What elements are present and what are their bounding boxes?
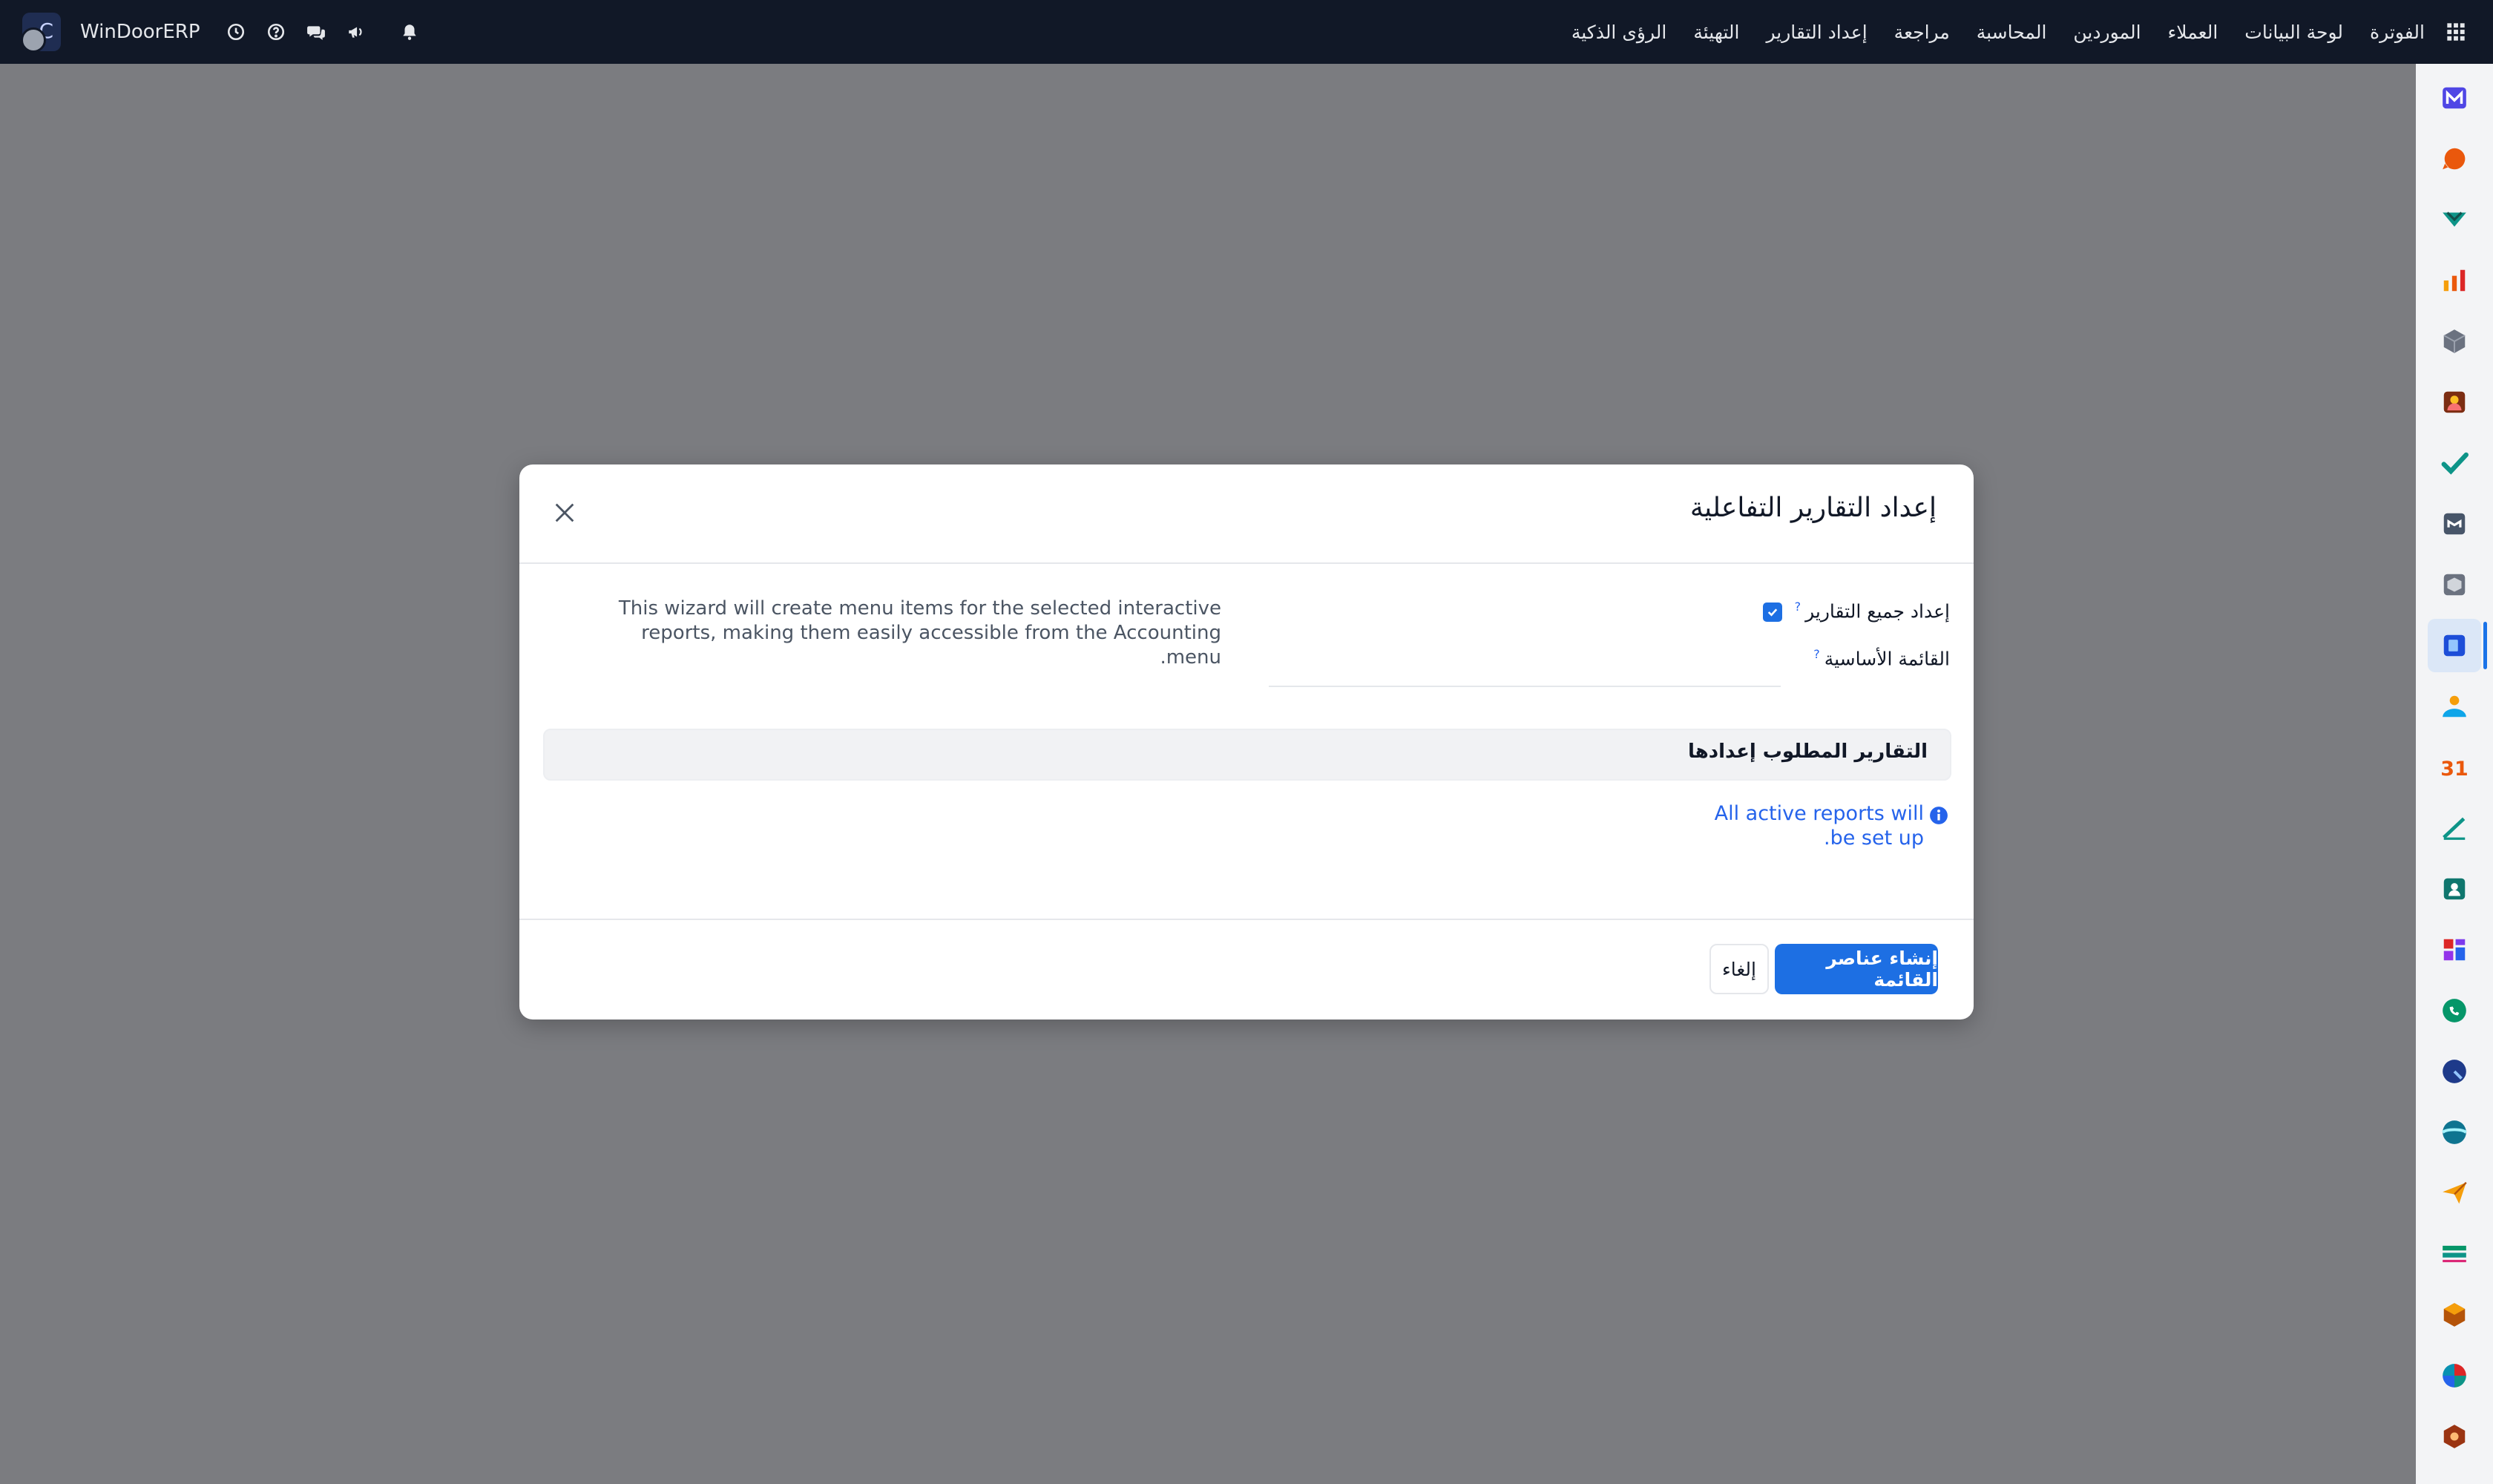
contacts-app-icon[interactable] <box>2435 383 2474 421</box>
top-navbar: C WinDoorERP الفوترة لوحة البيانات العمل… <box>0 0 2493 64</box>
wizard-description: This wizard will create menu items for t… <box>618 597 1221 669</box>
menu-item-dashboard[interactable]: لوحة البيانات <box>2244 22 2343 43</box>
dialog-header: إعداد التقارير التفاعلية <box>519 464 1974 564</box>
reports-section-header: التقارير المطلوب إعدادها <box>543 729 1951 781</box>
email-marketing-app-icon[interactable] <box>2435 1174 2474 1212</box>
user-status-dot <box>21 27 46 53</box>
app-switcher-strip: 31 <box>2416 64 2493 1484</box>
reporting-app-icon[interactable] <box>2435 261 2474 300</box>
cancel-button[interactable]: إلغاء <box>1709 944 1769 994</box>
navbar-systray: C WinDoorERP <box>21 0 435 64</box>
setup-reports-dialog: إعداد التقارير التفاعلية إعداد جميع التق… <box>519 464 1974 1020</box>
employee-card-app-icon[interactable] <box>2435 870 2474 908</box>
announcement-icon[interactable] <box>341 17 371 47</box>
dialog-footer-divider <box>519 919 1974 920</box>
setup-all-help-mark[interactable]: ? <box>1795 600 1801 614</box>
calendar-app-icon[interactable]: 31 <box>2435 748 2474 787</box>
create-menu-items-button[interactable]: إنشاء عناصر القائمة <box>1775 944 1938 994</box>
setup-all-checkbox[interactable] <box>1763 603 1782 622</box>
menu-item-smart-insights[interactable]: الرؤى الذكية <box>1571 22 1666 43</box>
clock-icon[interactable] <box>221 17 251 47</box>
mail-app-icon[interactable] <box>2435 79 2474 117</box>
info-message: All active reports will be set up. <box>1714 802 1924 850</box>
main-menu-help-mark[interactable]: ? <box>1813 647 1820 661</box>
menu-item-reporting-setup[interactable]: إعداد التقارير <box>1766 22 1867 43</box>
whatsapp-app-icon[interactable] <box>2435 991 2474 1030</box>
bell-icon[interactable] <box>395 17 424 47</box>
todo-app-icon[interactable] <box>2435 444 2474 482</box>
company-name[interactable]: WinDoorERP <box>80 21 200 43</box>
info-icon <box>1930 807 1948 824</box>
menu-item-invoicing[interactable]: الفوترة <box>2370 22 2425 43</box>
close-icon[interactable] <box>546 494 583 531</box>
main-menu-label: القائمة الأساسية? <box>1813 647 1950 670</box>
sign-app-icon[interactable] <box>2435 200 2474 239</box>
main-menu: الفوترة لوحة البيانات العملاء الموردين ا… <box>1545 0 2471 64</box>
product-app-icon[interactable] <box>2435 565 2474 604</box>
apps-grid-icon[interactable] <box>2441 17 2471 47</box>
planning-app-icon[interactable] <box>2435 1356 2474 1395</box>
manufacturing-app-icon[interactable] <box>2435 1296 2474 1334</box>
menu-item-review[interactable]: مراجعة <box>1894 22 1950 43</box>
employees-app-icon[interactable] <box>2435 687 2474 726</box>
reports-section-title: التقارير المطلوب إعدادها <box>1688 741 1928 763</box>
messages-icon[interactable] <box>301 17 331 47</box>
menu-item-accounting[interactable]: المحاسبة <box>1977 22 2047 43</box>
quality-app-icon[interactable] <box>2435 1417 2474 1456</box>
menu-item-configuration[interactable]: التهيئة <box>1693 22 1739 43</box>
knowledge-app-icon[interactable] <box>2435 505 2474 543</box>
dashboards-app-icon[interactable] <box>2435 930 2474 969</box>
svg-text:31: 31 <box>2440 758 2468 781</box>
accounting-app-icon[interactable] <box>2428 619 2487 672</box>
setup-all-label: إعداد جميع التقارير? <box>1794 600 1950 623</box>
help-icon[interactable] <box>261 17 291 47</box>
dialog-title: إعداد التقارير التفاعلية <box>1689 493 1937 523</box>
menu-item-vendors[interactable]: الموردين <box>2073 22 2141 43</box>
menu-item-customers[interactable]: العملاء <box>2168 22 2218 43</box>
main-menu-select[interactable] <box>1269 686 1781 687</box>
discuss-app-icon[interactable] <box>2435 139 2474 178</box>
company-avatar[interactable]: C <box>21 13 61 53</box>
website-app-icon[interactable] <box>2435 1113 2474 1152</box>
inventory-app-icon[interactable] <box>2435 322 2474 361</box>
documents-app-icon[interactable] <box>2435 809 2474 847</box>
time-app-icon[interactable] <box>2435 1052 2474 1091</box>
spreadsheet-app-icon[interactable] <box>2435 1235 2474 1273</box>
